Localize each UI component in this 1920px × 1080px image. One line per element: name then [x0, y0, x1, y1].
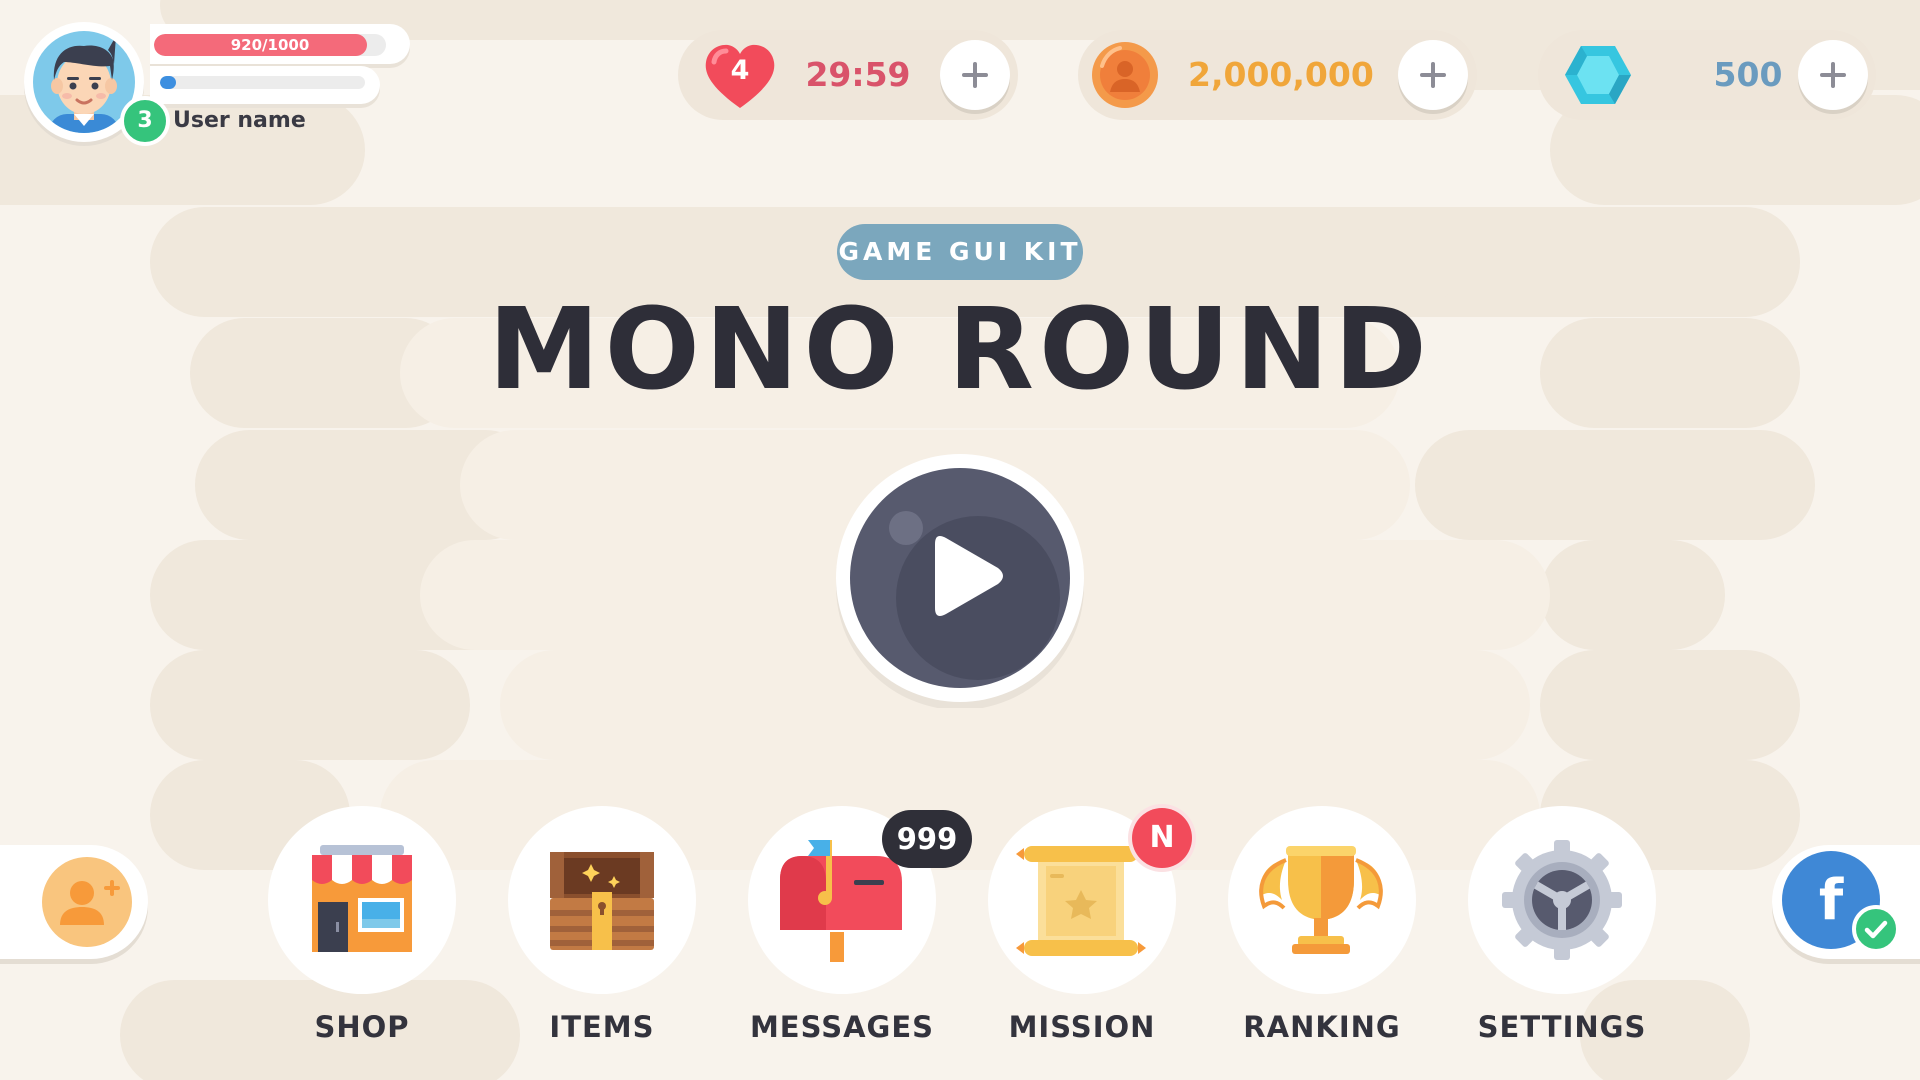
settings-button-circle — [1468, 806, 1656, 994]
mailbox-icon — [780, 840, 902, 962]
mission-button[interactable]: N MISSION — [982, 806, 1192, 1046]
add-coins-button[interactable] — [1398, 40, 1468, 110]
coins-value: 2,000,000 — [1188, 55, 1374, 94]
mission-new-badge: N — [1132, 808, 1192, 868]
game-title: MONO ROUND — [488, 285, 1432, 415]
level-badge: 3 — [120, 96, 170, 146]
items-button-circle — [508, 806, 696, 994]
items-button[interactable]: ITEMS — [502, 806, 702, 1046]
player-profile[interactable]: 920/1000 3 User name — [20, 18, 420, 148]
gems-bar: 500 — [1538, 30, 1876, 120]
add-user-icon — [60, 880, 120, 925]
messages-button[interactable]: 999 MESSAGES — [742, 806, 972, 1046]
energy-bar-fill — [160, 76, 177, 89]
facebook-icon: f — [1818, 868, 1844, 933]
settings-label: SETTINGS — [1477, 1010, 1647, 1044]
kit-label: GAME GUI KIT — [837, 224, 1083, 280]
gem-icon — [1565, 46, 1631, 104]
shop-label: SHOP — [314, 1010, 410, 1044]
add-lives-button[interactable] — [940, 40, 1010, 110]
coin-icon — [1092, 42, 1158, 108]
items-label: ITEMS — [549, 1010, 655, 1044]
lives-count: 4 — [730, 55, 750, 86]
lives-bar: 4 29:59 — [678, 30, 1018, 120]
ranking-button-circle — [1228, 806, 1416, 994]
play-button[interactable] — [832, 452, 1088, 710]
gear-icon — [1502, 840, 1622, 960]
xp-text: 920/1000 — [230, 36, 310, 54]
treasure-chest-icon — [550, 852, 654, 950]
add-gems-button[interactable] — [1798, 40, 1868, 110]
scroll-icon — [1016, 846, 1146, 956]
gems-value: 500 — [1713, 55, 1783, 94]
shop-button-circle — [268, 806, 456, 994]
store-icon — [312, 845, 412, 952]
messages-count-badge: 999 — [882, 810, 972, 868]
play-icon — [836, 454, 1084, 710]
trophy-icon — [1259, 846, 1383, 954]
add-friend-button[interactable] — [42, 857, 132, 947]
add-friend-tab — [0, 845, 148, 959]
facebook-tab: f — [1772, 845, 1920, 959]
facebook-connected-badge — [1852, 905, 1900, 953]
coins-bar: 2,000,000 — [1078, 30, 1477, 120]
ranking-button[interactable]: RANKING — [1222, 806, 1422, 1046]
ranking-label: RANKING — [1243, 1010, 1401, 1044]
mission-label: MISSION — [1008, 1010, 1156, 1044]
settings-button[interactable]: SETTINGS — [1462, 806, 1662, 1046]
check-icon — [1864, 920, 1888, 939]
username: User name — [173, 108, 306, 133]
energy-bar — [160, 76, 365, 89]
messages-label: MESSAGES — [749, 1010, 935, 1044]
lives-timer: 29:59 — [805, 55, 911, 94]
shop-button[interactable]: SHOP — [262, 806, 462, 1046]
